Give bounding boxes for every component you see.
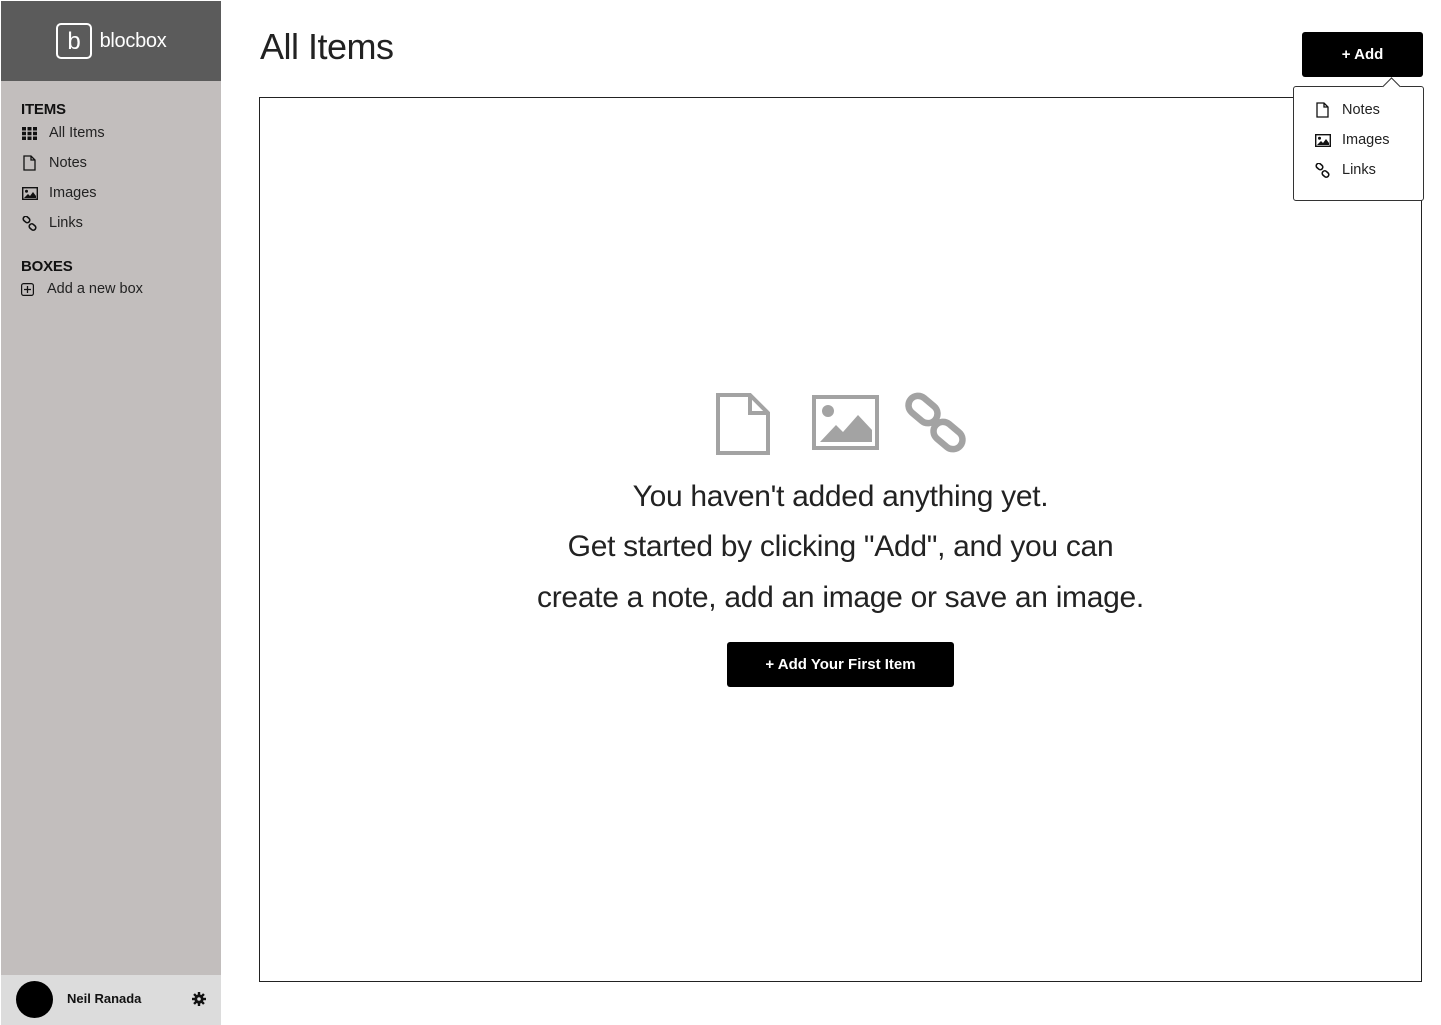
grid-icon bbox=[21, 125, 38, 142]
menu-item-images[interactable]: Images bbox=[1314, 129, 1390, 151]
menu-item-links[interactable]: Links bbox=[1315, 159, 1376, 181]
items-section-title: ITEMS bbox=[21, 101, 66, 118]
sidebar-item-links[interactable]: Links bbox=[21, 212, 83, 234]
empty-state-icons bbox=[715, 392, 975, 458]
image-icon bbox=[21, 185, 38, 202]
page-title: All Items bbox=[260, 26, 394, 67]
menu-item-notes[interactable]: Notes bbox=[1316, 99, 1380, 121]
sidebar-item-notes[interactable]: Notes bbox=[21, 152, 87, 174]
note-icon bbox=[715, 392, 771, 461]
add-first-item-button[interactable]: + Add Your First Item bbox=[727, 642, 954, 687]
menu-item-label: Links bbox=[1342, 162, 1376, 178]
sidebar-item-label: Images bbox=[49, 185, 97, 201]
link-icon bbox=[21, 215, 38, 232]
svg-text:b: b bbox=[67, 28, 80, 54]
sidebar-item-images[interactable]: Images bbox=[21, 182, 97, 204]
brand-header: b blocbox bbox=[1, 1, 221, 81]
menu-item-label: Images bbox=[1342, 132, 1390, 148]
sidebar-item-label: Add a new box bbox=[47, 281, 143, 297]
sidebar-item-all-items[interactable]: All Items bbox=[21, 122, 105, 144]
brand-name: blocbox bbox=[99, 29, 167, 52]
user-name: Neil Ranada bbox=[67, 991, 142, 1006]
note-icon bbox=[21, 155, 38, 172]
empty-state-line-3: create a note, add an image or save an i… bbox=[537, 581, 1144, 614]
add-dropdown-menu: Notes Images Links bbox=[1293, 86, 1424, 201]
sidebar-item-label: All Items bbox=[49, 125, 105, 141]
empty-state-line-1: You haven't added anything yet. bbox=[632, 480, 1049, 513]
add-button[interactable]: + Add bbox=[1302, 32, 1423, 77]
boxes-section-title: BOXES bbox=[21, 258, 73, 275]
gear-icon[interactable] bbox=[192, 992, 208, 1008]
avatar[interactable] bbox=[16, 981, 53, 1018]
user-profile: Neil Ranada bbox=[1, 975, 221, 1025]
empty-state-line-2: Get started by clicking "Add", and you c… bbox=[567, 530, 1114, 563]
sidebar-item-label: Links bbox=[49, 215, 83, 231]
menu-item-label: Notes bbox=[1342, 102, 1380, 118]
link-icon bbox=[1314, 162, 1331, 179]
logo-icon: b bbox=[55, 23, 92, 59]
image-icon bbox=[812, 395, 880, 456]
plus-square-icon bbox=[20, 281, 35, 298]
sidebar-item-label: Notes bbox=[49, 155, 87, 171]
image-icon bbox=[1314, 132, 1331, 149]
link-icon bbox=[905, 392, 967, 459]
add-new-box-button[interactable]: Add a new box bbox=[20, 278, 143, 300]
note-icon bbox=[1314, 102, 1331, 119]
